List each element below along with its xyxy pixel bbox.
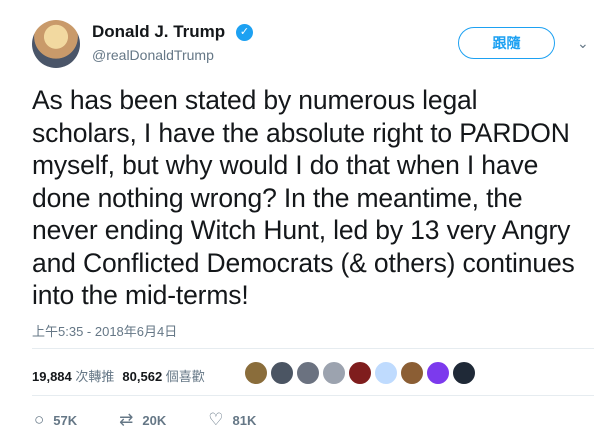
tweet-text: As has been stated by numerous legal sch… [32,85,575,310]
divider [32,348,594,349]
verified-badge-icon: ✓ [236,24,253,41]
liker-avatar[interactable] [374,361,398,385]
like-count: 81K [232,412,257,428]
reply-button[interactable]: ○ 57K [34,410,77,430]
retweet-stat[interactable]: 19,884 次轉推 [32,366,114,385]
username-handle[interactable]: @realDonaldTrump [92,47,214,63]
liker-avatars [244,361,478,385]
retweet-count: 20K [142,412,167,428]
tweet-actions: ○ 57K ⇄ 20K ♡ 81K [34,410,256,430]
divider [32,395,594,396]
engagement-stats: 19,884 次轉推 80,562 個喜歡 [32,366,205,385]
retweet-icon: ⇄ [119,410,134,429]
liker-avatar[interactable] [296,361,320,385]
liker-avatar[interactable] [244,361,268,385]
liker-avatar[interactable] [400,361,424,385]
reply-count: 57K [53,412,78,428]
retweet-button[interactable]: ⇄ 20K [119,410,166,430]
liker-avatar[interactable] [270,361,294,385]
more-options-chevron-icon[interactable]: ⌄ [577,35,589,52]
heart-icon: ♡ [208,410,224,429]
like-button[interactable]: ♡ 81K [208,410,256,430]
liker-avatar[interactable] [322,361,346,385]
liker-avatar[interactable] [452,361,476,385]
profile-avatar[interactable] [32,20,80,68]
follow-button[interactable]: 跟隨 [458,27,555,59]
like-stat[interactable]: 80,562 個喜歡 [122,366,204,385]
liker-avatar[interactable] [348,361,372,385]
comment-icon: ○ [34,410,45,429]
display-name[interactable]: Donald J. Trump [92,22,225,42]
tweet-timestamp[interactable]: 上午5:35 - 2018年6月4日 [32,321,177,340]
liker-avatar[interactable] [426,361,450,385]
